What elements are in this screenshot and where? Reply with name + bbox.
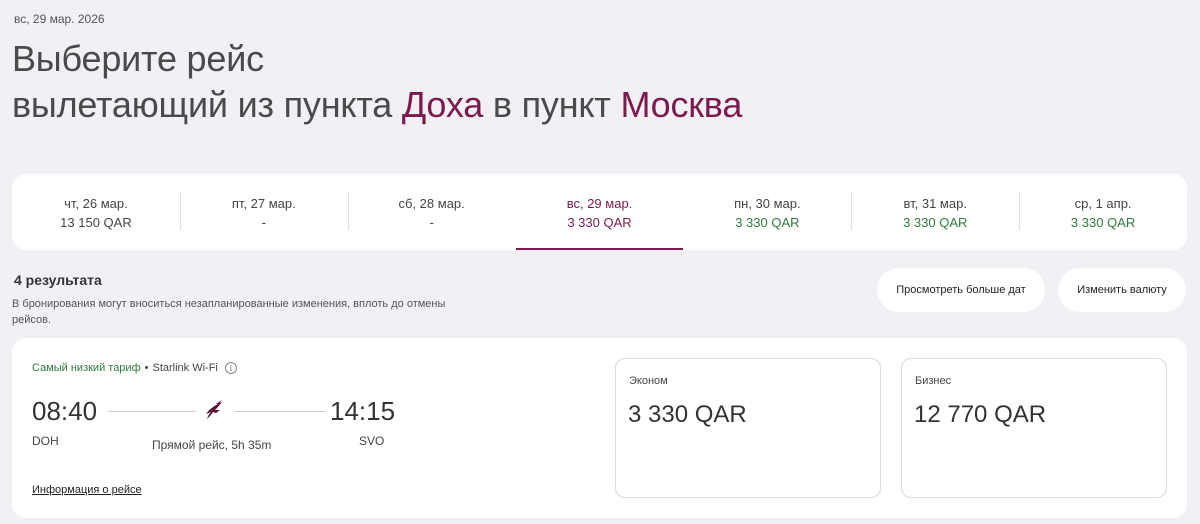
date-tab-apr-1[interactable]: ср, 1 апр. 3 330 QAR	[1019, 174, 1187, 250]
arrival-airport-code: SVO	[359, 434, 385, 448]
results-count: 4 результата	[14, 272, 102, 288]
arrival-time: 14:15	[330, 396, 396, 426]
more-dates-button[interactable]: Просмотреть больше дат	[877, 268, 1045, 312]
change-currency-button[interactable]: Изменить валюту	[1058, 268, 1186, 312]
date-tab-label: ср, 1 апр.	[1074, 196, 1132, 211]
date-tab-mar-27[interactable]: пт, 27 мар. -	[179, 174, 348, 250]
fare-price: 3 330 QAR	[628, 401, 747, 428]
date-tab-price: 3 330 QAR	[735, 215, 800, 230]
lowest-fare-tag: Самый низкий тариф	[32, 362, 141, 374]
flight-card: Самый низкий тариф • Starlink Wi-Fi i 08…	[12, 338, 1187, 518]
date-tab-mar-31[interactable]: вт, 31 мар. 3 330 QAR	[851, 174, 1019, 250]
date-tab-price: 3 330 QAR	[903, 215, 968, 230]
fare-class-name: Эконом	[629, 375, 668, 387]
departure-time: 08:40	[32, 396, 98, 426]
tag-separator: •	[144, 362, 149, 374]
business-fare-option[interactable]: Бизнес 12 770 QAR	[901, 358, 1167, 498]
date-tab-label: пт, 27 мар.	[231, 196, 296, 211]
airline-logo-icon	[206, 400, 222, 419]
origin-city: Доха	[401, 84, 484, 125]
flight-tags: Самый низкий тариф • Starlink Wi-Fi i	[32, 362, 237, 374]
fare-class-name: Бизнес	[915, 375, 952, 387]
date-tab-label: пн, 30 мар.	[734, 196, 801, 211]
date-tab-price: 3 330 QAR	[567, 215, 632, 230]
departure-airport-code: DOH	[32, 434, 59, 448]
page-title: Выберите рейс вылетающий из пункта Доха …	[12, 36, 742, 128]
title-line-1: Выберите рейс	[12, 38, 264, 79]
date-tab-mar-29-selected[interactable]: вс, 29 мар. 3 330 QAR	[515, 174, 684, 250]
info-icon[interactable]: i	[224, 362, 237, 374]
wifi-tag: Starlink Wi-Fi	[152, 362, 218, 374]
economy-fare-option[interactable]: Эконом 3 330 QAR	[615, 358, 881, 498]
flight-duration: Прямой рейс, 5h 35m	[152, 438, 272, 452]
date-tab-label: чт, 26 мар.	[64, 196, 128, 211]
date-tab-mar-30[interactable]: пн, 30 мар. 3 330 QAR	[683, 174, 851, 250]
date-tab-price: 13 150 QAR	[60, 215, 132, 230]
title-middle: в пункт	[483, 84, 621, 125]
title-line-2: вылетающий из пункта Доха в пункт Москва	[12, 82, 742, 128]
date-selector: чт, 26 мар. 13 150 QAR пт, 27 мар. - сб,…	[12, 174, 1187, 250]
route-line	[234, 411, 326, 412]
route-line	[108, 411, 196, 412]
schedule-change-notice: В бронирования могут вноситься незаплани…	[12, 298, 446, 326]
date-tab-mar-28[interactable]: сб, 28 мар. -	[347, 174, 516, 250]
fare-price: 12 770 QAR	[914, 401, 1047, 428]
date-tab-price: 3 330 QAR	[1070, 215, 1136, 230]
flight-info-link[interactable]: Информация о рейсе	[32, 484, 142, 496]
header-date: вс, 29 мар. 2026	[14, 12, 105, 26]
date-tab-label: вс, 29 мар.	[566, 196, 633, 211]
date-tab-label: сб, 28 мар.	[398, 196, 465, 211]
date-tab-label: вт, 31 мар.	[903, 196, 967, 211]
date-tab-mar-26[interactable]: чт, 26 мар. 13 150 QAR	[12, 174, 180, 250]
title-prefix: вылетающий из пункта	[12, 84, 402, 125]
destination-city: Москва	[620, 84, 743, 125]
date-tab-price: -	[261, 215, 266, 230]
date-tab-price: -	[429, 215, 434, 230]
